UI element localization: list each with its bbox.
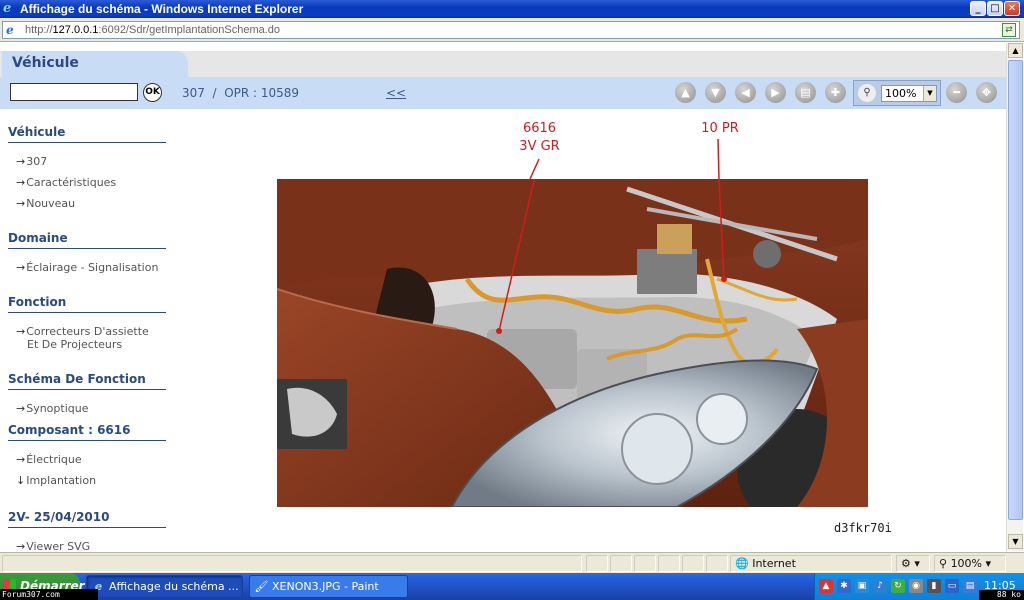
tray-update-icon[interactable]: ↻ xyxy=(891,579,905,593)
callout-leader-lines xyxy=(529,138,720,180)
protected-mode-icon[interactable]: ⚙ ▾ xyxy=(896,555,930,572)
sidebar-item-nouveau[interactable]: →Nouveau xyxy=(16,197,75,210)
url-text[interactable]: http://127.0.0.1:6092/Sdr/getImplantatio… xyxy=(25,24,280,36)
zone-label: Internet xyxy=(752,557,796,570)
status-pane xyxy=(610,555,632,572)
sidebar-heading-version: 2V- 25/04/2010 xyxy=(8,510,166,528)
scroll-up-icon[interactable]: ▲ xyxy=(1008,43,1023,58)
status-pane xyxy=(682,555,704,572)
tray-monitor-icon[interactable]: ▣ xyxy=(855,579,869,593)
status-zoom-value: 100% xyxy=(950,557,983,570)
arrow-down-icon: ↓ xyxy=(16,474,26,487)
sidebar-heading-composant: Composant : 6616 xyxy=(8,423,166,441)
arrow-right-icon: → xyxy=(16,540,26,551)
taskbar-item-paint[interactable]: 🖌 XENON3.JPG - Paint xyxy=(249,575,408,598)
tray-disk-icon[interactable]: ◉ xyxy=(909,579,923,593)
address-field[interactable]: e http://127.0.0.1:6092/Sdr/getImplantat… xyxy=(2,21,1020,39)
file-size-label: 88 ko xyxy=(979,590,1024,600)
arrow-right-icon: → xyxy=(16,197,26,210)
sidebar-item-label: Nouveau xyxy=(26,197,76,210)
arrow-right-icon: → xyxy=(16,453,26,466)
paint-icon: 🖌 xyxy=(254,580,269,593)
taskbar: Démarrer e Affichage du schéma ... 🖌 XEN… xyxy=(0,573,1024,600)
window-titlebar[interactable]: e Affichage du schéma - Windows Internet… xyxy=(0,0,1024,18)
sidebar-item-label: Synoptique xyxy=(26,402,89,415)
minimize-button[interactable]: _ xyxy=(970,1,986,16)
status-pane xyxy=(706,555,728,572)
scroll-down-icon[interactable]: ▼ xyxy=(1008,534,1023,549)
sidebar-item-correcteurs[interactable]: →Correcteurs D'assiette Et De Projecteurs xyxy=(16,325,149,351)
tray-network-icon[interactable]: ✱ xyxy=(837,579,851,593)
taskbar-item-label: XENON3.JPG - Paint xyxy=(272,580,379,593)
car-engine-drawing xyxy=(277,179,868,507)
window-title: Affichage du schéma - Windows Internet E… xyxy=(20,2,304,16)
security-zone[interactable]: 🌐 Internet xyxy=(730,555,892,572)
implantation-schema-image xyxy=(277,179,868,507)
status-text xyxy=(2,555,582,572)
image-reference-code: d3fkr70i xyxy=(834,521,892,535)
sidebar-item-label: Éclairage - Signalisation xyxy=(26,261,159,274)
status-zoom[interactable]: ⚲ 100% ▾ xyxy=(934,555,1006,572)
sidebar-item-eclairage[interactable]: →Éclairage - Signalisation xyxy=(16,261,158,274)
tray-volume-icon[interactable]: ♪ xyxy=(873,579,887,593)
status-bar: 🌐 Internet ⚙ ▾ ⚲ 100% ▾ xyxy=(0,552,1024,573)
status-pane xyxy=(586,555,608,572)
tray-display-icon[interactable]: ▭ xyxy=(945,579,959,593)
vertical-scrollbar[interactable]: ▲ ▼ xyxy=(1006,43,1023,551)
forum-watermark: Forum307.com xyxy=(0,589,98,600)
arrow-right-icon: → xyxy=(16,402,26,415)
magnifier-icon: ⚲ xyxy=(939,557,948,570)
taskbar-item-ie[interactable]: e Affichage du schéma ... xyxy=(86,575,243,598)
ie-logo-icon: e xyxy=(3,1,12,16)
sidebar-item-synoptique[interactable]: →Synoptique xyxy=(16,402,89,415)
go-icon[interactable]: ⇄ xyxy=(1002,23,1016,37)
address-bar: e http://127.0.0.1:6092/Sdr/getImplantat… xyxy=(0,18,1024,42)
url-host: 127.0.0.1 xyxy=(52,24,99,36)
arrow-right-icon: → xyxy=(16,261,26,274)
sidebar-item-viewer-svg[interactable]: →Viewer SVG xyxy=(16,540,90,551)
close-button[interactable]: ✕ xyxy=(1004,1,1020,16)
url-prefix: http:// xyxy=(25,24,53,36)
sidebar-heading-schema-fonction: Schéma De Fonction xyxy=(8,372,166,390)
tray-lang-icon[interactable]: ▤ xyxy=(963,579,977,593)
sidebar-item-label: Implantation xyxy=(26,474,97,487)
scroll-thumb[interactable] xyxy=(1008,60,1023,520)
page-content: Véhicule OK 307 / OPR : 10589 << ▲ ▼ ◀ ▶… xyxy=(0,43,1006,551)
arrow-right-icon: → xyxy=(16,325,26,338)
sidebar-item-electrique[interactable]: →Électrique xyxy=(16,453,82,466)
tray-usb-icon[interactable]: ▮ xyxy=(927,579,941,593)
tray-antivirus-icon[interactable]: ▲ xyxy=(819,579,833,593)
sidebar-heading-domaine: Domaine xyxy=(8,231,166,249)
sidebar-item-label: Viewer SVG xyxy=(26,540,91,551)
sidebar-item-label: Électrique xyxy=(26,453,82,466)
status-pane xyxy=(658,555,680,572)
status-pane xyxy=(634,555,656,572)
url-path: :6092/Sdr/getImplantationSchema.do xyxy=(98,24,281,36)
page-icon: e xyxy=(6,23,14,37)
globe-icon: 🌐 xyxy=(735,557,749,570)
sidebar-item-implantation[interactable]: ↓Implantation xyxy=(16,474,96,487)
taskbar-item-label: Affichage du schéma ... xyxy=(109,580,239,593)
sidebar-heading-fonction: Fonction xyxy=(8,295,166,313)
sidebar-item-label: Correcteurs D'assiette xyxy=(26,325,149,338)
sidebar-item-label-line2: Et De Projecteurs xyxy=(27,338,123,351)
maximize-button[interactable]: □ xyxy=(987,1,1003,16)
